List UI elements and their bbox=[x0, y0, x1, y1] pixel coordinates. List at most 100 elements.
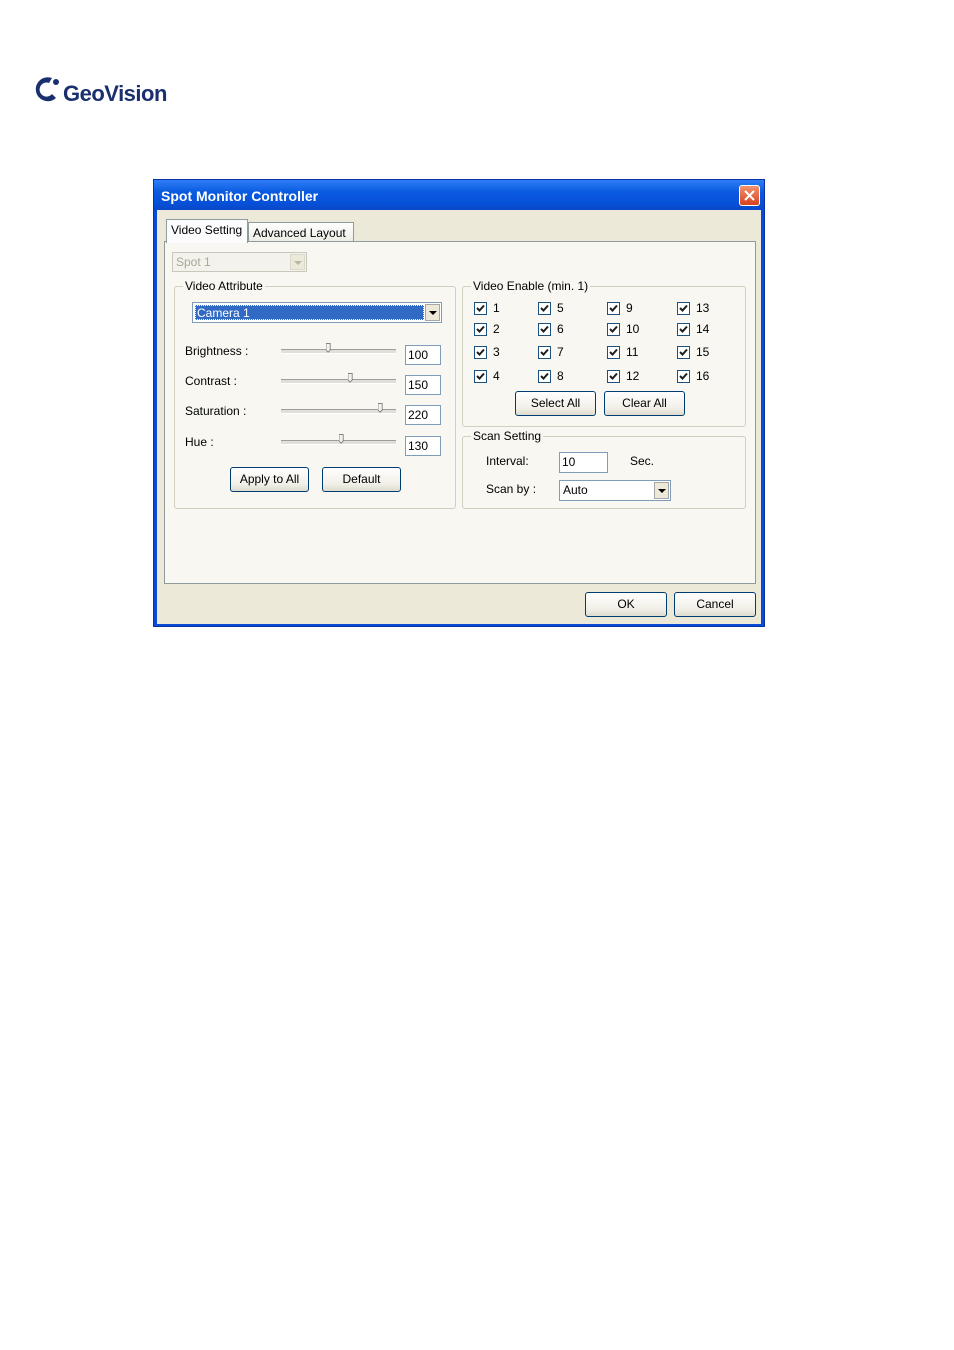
clear-all-button[interactable]: Clear All bbox=[604, 391, 685, 416]
contrast-label: Contrast : bbox=[185, 374, 238, 388]
camera-checkbox-label: 9 bbox=[626, 301, 633, 315]
camera-checkbox-label: 5 bbox=[557, 301, 564, 315]
camera-checkbox-13[interactable] bbox=[677, 302, 690, 315]
camera-checkbox-16[interactable] bbox=[677, 370, 690, 383]
camera-select[interactable]: Camera 1 bbox=[192, 302, 442, 323]
cancel-button[interactable]: Cancel bbox=[674, 592, 756, 617]
camera-checkbox-10[interactable] bbox=[607, 323, 620, 336]
camera-checkbox-1[interactable] bbox=[474, 302, 487, 315]
camera-checkbox-label: 12 bbox=[626, 369, 640, 383]
slider-thumb[interactable] bbox=[348, 373, 353, 383]
contrast-input[interactable]: 150 bbox=[405, 375, 441, 395]
interval-label: Interval: bbox=[486, 454, 529, 468]
slider-thumb[interactable] bbox=[378, 403, 384, 413]
video-enable-group: Video Enable (min. 1) 1 2 3 4 5 6 7 8 9 10 11 12 13 1… bbox=[462, 279, 746, 427]
spot-monitor-dialog: Spot Monitor Controller Video Setting Ad… bbox=[153, 179, 765, 627]
checkmark-icon bbox=[540, 348, 549, 356]
camera-checkbox-label: 2 bbox=[493, 322, 500, 336]
contrast-slider[interactable] bbox=[281, 379, 396, 384]
checkmark-icon bbox=[679, 304, 688, 312]
apply-to-all-button[interactable]: Apply to All bbox=[230, 467, 309, 492]
camera-checkbox-label: 16 bbox=[696, 369, 710, 383]
spot-select[interactable]: Spot 1 bbox=[172, 252, 307, 272]
video-enable-legend: Video Enable (min. 1) bbox=[471, 279, 591, 293]
video-attribute-group: Video Attribute Camera 1 Brightness : Co… bbox=[174, 279, 456, 509]
tab-label: Advanced Layout bbox=[253, 226, 346, 240]
checkmark-icon bbox=[609, 348, 618, 356]
camera-checkbox-14[interactable] bbox=[677, 323, 690, 336]
camera-checkbox-label: 6 bbox=[557, 322, 564, 336]
camera-checkbox-12[interactable] bbox=[607, 370, 620, 383]
camera-checkbox-5[interactable] bbox=[538, 302, 551, 315]
checkmark-icon bbox=[540, 372, 549, 380]
camera-checkbox-label: 10 bbox=[626, 322, 640, 336]
checkmark-icon bbox=[609, 304, 618, 312]
title-bar[interactable]: Spot Monitor Controller bbox=[154, 180, 764, 210]
checkmark-icon bbox=[679, 348, 688, 356]
camera-checkbox-7[interactable] bbox=[538, 346, 551, 359]
camera-checkbox-9[interactable] bbox=[607, 302, 620, 315]
checkmark-icon bbox=[540, 325, 549, 333]
camera-checkbox-label: 13 bbox=[696, 301, 710, 315]
slider-thumb[interactable] bbox=[339, 434, 344, 444]
brightness-slider[interactable] bbox=[281, 349, 396, 354]
checkmark-icon bbox=[679, 325, 688, 333]
camera-checkbox-label: 1 bbox=[493, 301, 500, 315]
camera-checkbox-4[interactable] bbox=[474, 370, 487, 383]
camera-checkbox-3[interactable] bbox=[474, 346, 487, 359]
slider-thumb[interactable] bbox=[325, 343, 331, 353]
chevron-down-icon[interactable] bbox=[425, 304, 440, 321]
scan-by-label: Scan by : bbox=[486, 482, 537, 496]
saturation-label: Saturation : bbox=[185, 404, 247, 418]
window-title: Spot Monitor Controller bbox=[161, 188, 319, 204]
checkmark-icon bbox=[476, 325, 485, 333]
scan-by-value: Auto bbox=[563, 483, 588, 497]
camera-checkbox-label: 14 bbox=[696, 322, 710, 336]
geovision-logo: GeoVision bbox=[30, 72, 180, 112]
scan-by-select[interactable]: Auto bbox=[559, 480, 671, 501]
checkmark-icon bbox=[476, 372, 485, 380]
checkmark-icon bbox=[609, 325, 618, 333]
checkmark-icon bbox=[609, 372, 618, 380]
checkmark-icon bbox=[476, 304, 485, 312]
camera-checkbox-label: 15 bbox=[696, 345, 710, 359]
brightness-label: Brightness : bbox=[185, 344, 249, 358]
tab-video-setting[interactable]: Video Setting bbox=[166, 219, 248, 243]
tab-label: Video Setting bbox=[171, 223, 243, 237]
camera-checkbox-2[interactable] bbox=[474, 323, 487, 336]
camera-checkbox-label: 3 bbox=[493, 345, 500, 359]
camera-checkbox-15[interactable] bbox=[677, 346, 690, 359]
default-button[interactable]: Default bbox=[322, 467, 401, 492]
camera-select-value: Camera 1 bbox=[195, 305, 424, 320]
video-attribute-legend: Video Attribute bbox=[183, 279, 265, 293]
brightness-input[interactable]: 100 bbox=[405, 345, 441, 365]
scan-setting-group: Scan Setting Interval: 10 Sec. Scan by :… bbox=[462, 429, 746, 509]
camera-checkbox-label: 4 bbox=[493, 369, 500, 383]
close-button[interactable] bbox=[739, 185, 760, 206]
hue-label: Hue : bbox=[185, 435, 214, 449]
ok-button[interactable]: OK bbox=[585, 592, 667, 617]
camera-checkbox-8[interactable] bbox=[538, 370, 551, 383]
chevron-down-icon[interactable] bbox=[290, 254, 305, 270]
geovision-logo-icon bbox=[35, 77, 59, 102]
scan-setting-legend: Scan Setting bbox=[471, 429, 544, 443]
tab-advanced-layout[interactable]: Advanced Layout bbox=[248, 222, 354, 242]
select-all-button[interactable]: Select All bbox=[515, 391, 596, 416]
saturation-input[interactable]: 220 bbox=[405, 405, 441, 425]
interval-input[interactable]: 10 bbox=[559, 452, 608, 473]
brand-name: GeoVision bbox=[63, 81, 167, 106]
interval-unit: Sec. bbox=[630, 454, 655, 468]
hue-input[interactable]: 130 bbox=[405, 436, 441, 456]
camera-checkbox-6[interactable] bbox=[538, 323, 551, 336]
camera-checkbox-11[interactable] bbox=[607, 346, 620, 359]
checkmark-icon bbox=[679, 372, 688, 380]
spot-select-value: Spot 1 bbox=[176, 255, 211, 269]
dialog-client: Video Setting Advanced Layout Spot 1 Vid… bbox=[157, 210, 761, 624]
camera-name: Camera 1 bbox=[197, 306, 250, 320]
camera-checkbox-label: 8 bbox=[557, 369, 564, 383]
checkmark-icon bbox=[476, 348, 485, 356]
camera-checkbox-label: 7 bbox=[557, 345, 564, 359]
close-icon bbox=[744, 190, 755, 201]
tab-panel-video-setting: Spot 1 Video Attribute Camera 1 Brightne… bbox=[164, 241, 756, 584]
chevron-down-icon[interactable] bbox=[654, 482, 669, 499]
